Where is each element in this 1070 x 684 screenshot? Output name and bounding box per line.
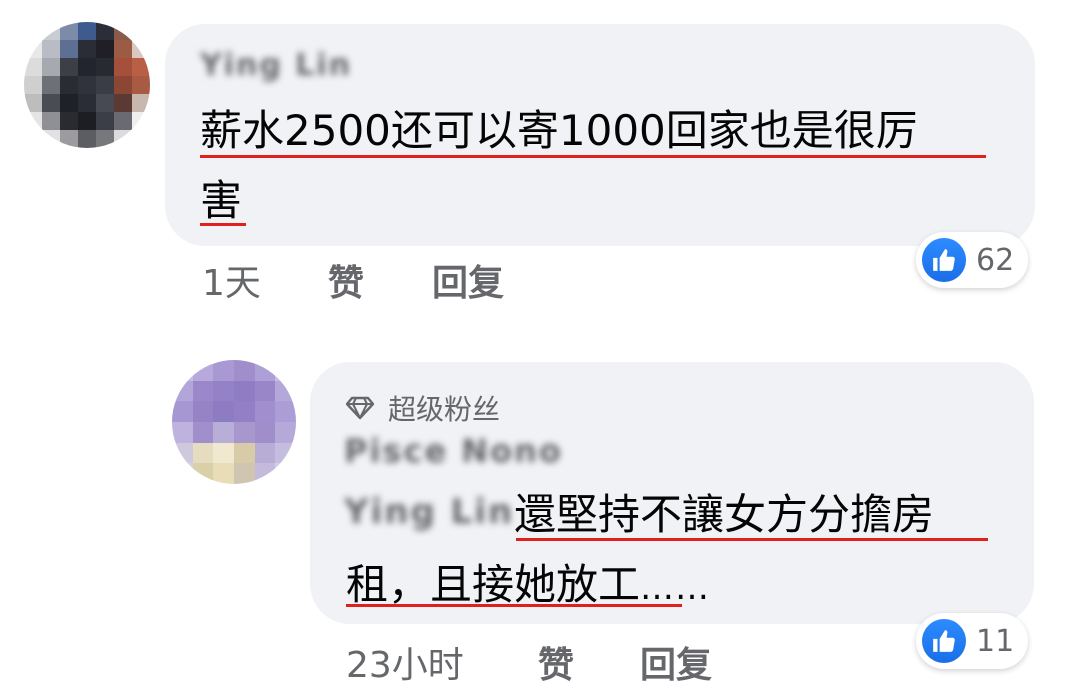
comment-thread: Ying Lin 薪水2500还可以寄1000回家也是很厉 害 1天 赞 回复 …: [0, 0, 1070, 684]
comment-text-span: 租，且接她放工: [346, 560, 641, 609]
top-fan-badge: 超级粉丝: [346, 388, 500, 428]
reply-button[interactable]: 回复: [640, 636, 712, 684]
timestamp[interactable]: 1天: [202, 254, 261, 306]
author-name[interactable]: Ying Lin: [200, 48, 352, 83]
avatar[interactable]: [172, 360, 296, 484]
reaction-summary[interactable]: 62: [916, 232, 1028, 288]
badge-label: 超级粉丝: [388, 393, 501, 426]
avatar[interactable]: [24, 22, 150, 148]
mention-tag[interactable]: Ying Lin: [344, 492, 514, 532]
red-underline: [200, 223, 246, 226]
reaction-count: 62: [976, 242, 1015, 278]
red-underline: [346, 604, 682, 607]
author-name[interactable]: Pisce Nono: [344, 432, 563, 470]
like-button[interactable]: 赞: [538, 636, 574, 684]
ellipsis: ……: [640, 568, 711, 608]
reply-button[interactable]: 回复: [432, 254, 504, 306]
diamond-icon: [346, 396, 374, 420]
thumbs-up-icon: [922, 619, 966, 663]
like-button[interactable]: 赞: [328, 254, 364, 306]
reaction-count: 11: [976, 623, 1015, 659]
red-underline: [516, 538, 988, 541]
thumbs-up-icon: [922, 238, 966, 282]
timestamp[interactable]: 23小时: [346, 636, 464, 684]
comment-text-line: 租，且接她放工……: [346, 550, 710, 623]
red-underline: [200, 155, 986, 158]
reaction-summary[interactable]: 11: [916, 613, 1028, 669]
